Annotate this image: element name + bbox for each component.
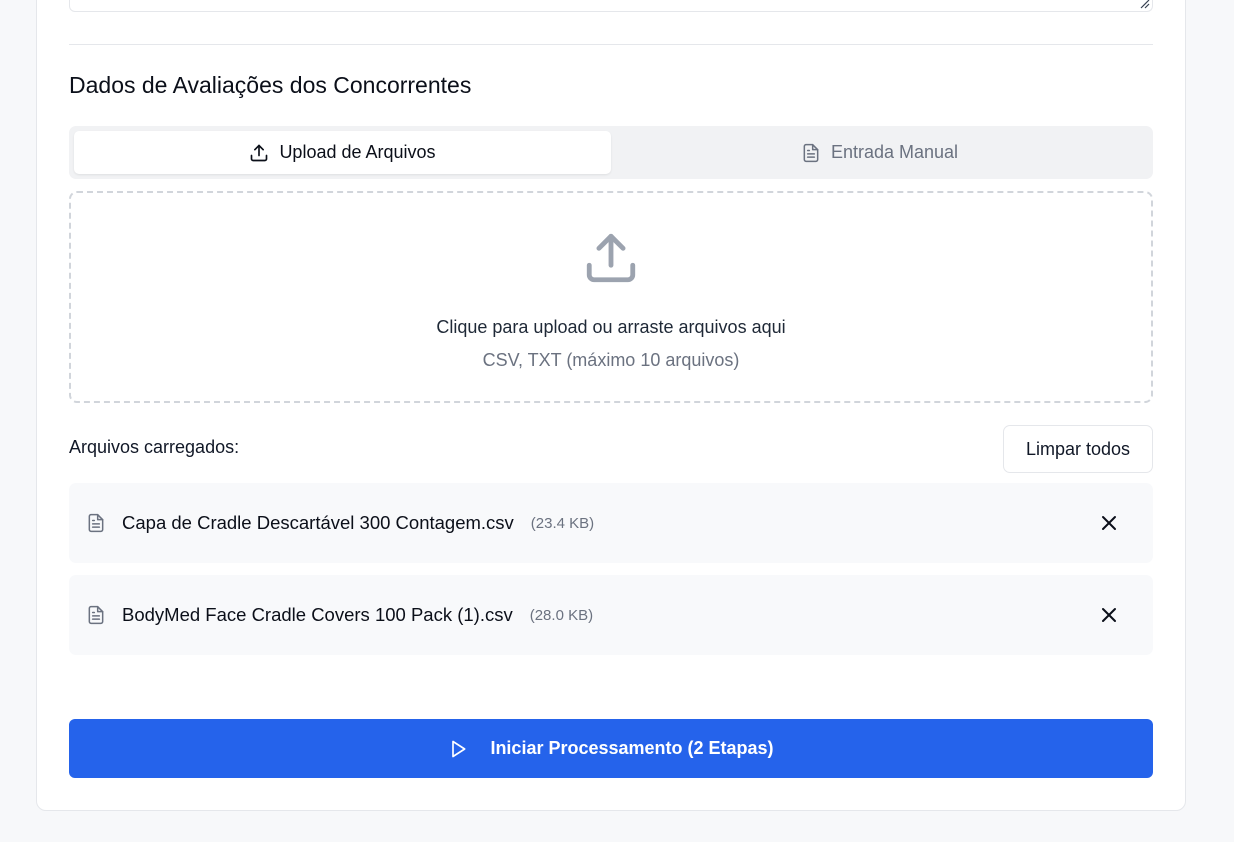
dropzone-instruction: Clique para upload ou arraste arquivos a… [436, 317, 786, 337]
file-name: BodyMed Face Cradle Covers 100 Pack (1).… [122, 604, 513, 625]
form-card [36, 0, 1186, 811]
tab-manual-entry[interactable]: Entrada Manual [611, 131, 1148, 174]
start-processing-label: Iniciar Processamento (2 Etapas) [490, 738, 774, 758]
resize-handle-icon[interactable] [1138, 0, 1150, 9]
upload-icon [586, 233, 636, 283]
play-icon [452, 740, 466, 757]
upload-icon [251, 144, 268, 161]
uploaded-files-label: Arquivos carregados: [69, 437, 240, 457]
textarea-field[interactable] [69, 0, 1153, 12]
section-divider [69, 44, 1153, 45]
tab-manual-entry-label: Entrada Manual [830, 142, 959, 162]
file-icon [88, 605, 104, 625]
section-title: Dados de Avaliações dos Concorrentes [69, 72, 472, 98]
dropzone-file-types: CSV, TXT (máximo 10 arquivos) [482, 350, 740, 370]
file-dropzone[interactable]: Clique para upload ou arraste arquivos a… [69, 191, 1153, 403]
close-icon [1102, 608, 1116, 622]
file-icon [88, 513, 104, 533]
remove-file-button[interactable] [1098, 512, 1120, 534]
file-size: (23.4 KB) [530, 514, 595, 532]
file-size: (28.0 KB) [529, 606, 594, 624]
close-icon [1102, 516, 1116, 530]
file-list-item: Capa de Cradle Descartável 300 Contagem.… [69, 483, 1153, 563]
file-list-item: BodyMed Face Cradle Covers 100 Pack (1).… [69, 575, 1153, 655]
tab-upload-label: Upload de Arquivos [279, 142, 436, 162]
file-name: Capa de Cradle Descartável 300 Contagem.… [122, 512, 514, 533]
document-icon [803, 143, 819, 162]
clear-all-button[interactable]: Limpar todos [1003, 425, 1153, 473]
remove-file-button[interactable] [1098, 604, 1120, 626]
input-mode-tabs: Upload de Arquivos Entrada Manual [69, 126, 1153, 179]
tab-upload[interactable]: Upload de Arquivos [74, 131, 611, 174]
start-processing-button[interactable]: Iniciar Processamento (2 Etapas) [69, 719, 1153, 778]
